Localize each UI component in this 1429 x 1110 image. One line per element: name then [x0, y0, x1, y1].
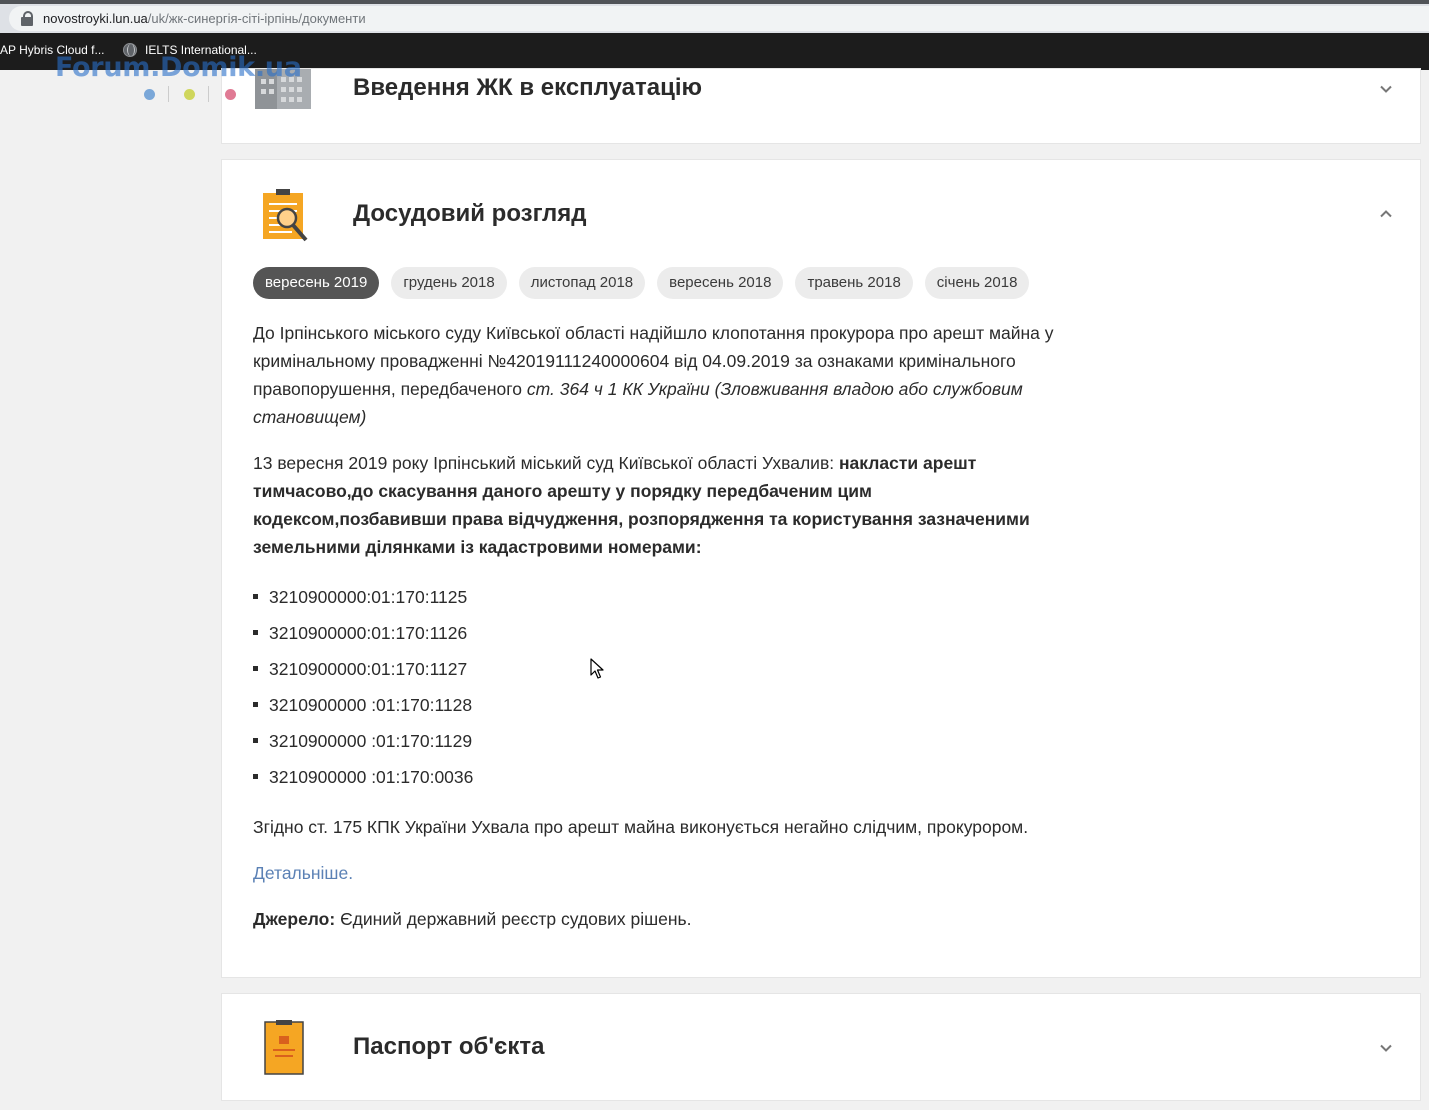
watermark-logo: Forum.Domik.ua — [55, 52, 302, 83]
list-item: 3210900000 :01:170:1129 — [253, 723, 1058, 759]
more-paragraph: Детальніше. — [253, 859, 1058, 887]
mouse-cursor-icon — [590, 658, 604, 679]
paragraph-text: 13 вересня 2019 року Ірпінський міський … — [253, 453, 839, 473]
url-path: /uk/жк-синергія-сіті-ірпінь/документи — [147, 11, 366, 26]
chip-nov-2018[interactable]: листопад 2018 — [518, 267, 646, 299]
section-title: Досудовий розгляд — [353, 200, 587, 227]
url-text[interactable]: novostroyki.lun.ua/uk/жк-синергія-сіті-і… — [43, 11, 366, 26]
lock-icon[interactable] — [19, 9, 37, 29]
list-item: 3210900000:01:170:1125 — [253, 579, 1058, 615]
chevron-down-icon[interactable] — [1379, 1041, 1393, 1055]
list-item: 3210900000 :01:170:0036 — [253, 759, 1058, 795]
chip-sep-2019[interactable]: вересень 2019 — [253, 267, 380, 299]
chip-dec-2018[interactable]: грудень 2018 — [391, 267, 507, 299]
paragraph-execution: Згідно ст. 175 КПК України Ухвала про ар… — [253, 817, 1029, 837]
chevron-down-icon[interactable] — [1379, 82, 1393, 96]
url-host: novostroyki.lun.ua — [43, 11, 148, 26]
list-item: 3210900000 :01:170:1128 — [253, 687, 1058, 723]
list-item: 3210900000:01:170:1127 — [253, 651, 1058, 687]
paragraph-petition: До Ірпінського міського суду Київської о… — [253, 319, 1058, 431]
document-search-icon — [263, 189, 308, 242]
url-field[interactable]: novostroyki.lun.ua/uk/жк-синергія-сіті-і… — [9, 6, 1429, 31]
address-bar: novostroyki.lun.ua/uk/жк-синергія-сіті-і… — [0, 4, 1429, 33]
section-passport: Паспорт об'єкта — [221, 993, 1421, 1101]
section-pretrial: Досудовий розгляд вересень 2019 грудень … — [221, 159, 1421, 978]
details-link[interactable]: Детальніше. — [253, 863, 353, 883]
source-text: Єдиний державний реєстр судових рішень. — [335, 909, 692, 929]
passport-icon — [264, 1020, 304, 1075]
chip-may-2018[interactable]: травень 2018 — [795, 267, 913, 299]
document-content: До Ірпінського міського суду Київської о… — [253, 319, 1058, 951]
source-label: Джерело: — [253, 909, 336, 929]
chip-sep-2018[interactable]: вересень 2018 — [657, 267, 784, 299]
date-filter-chips: вересень 2019 грудень 2018 листопад 2018… — [253, 267, 1041, 299]
section-title: Паспорт об'єкта — [353, 1033, 545, 1060]
chevron-up-icon[interactable] — [1379, 207, 1393, 221]
section-commissioning: Введення ЖК в експлуатацію — [221, 68, 1421, 144]
paragraph-ruling: 13 вересня 2019 року Ірпінський міський … — [253, 449, 1058, 561]
section-title: Введення ЖК в експлуатацію — [353, 74, 703, 101]
source-line: Джерело: Єдиний державний реєстр судових… — [253, 905, 1058, 933]
cadastral-list: 3210900000:01:170:1125 3210900000:01:170… — [253, 579, 1058, 795]
chip-jan-2018[interactable]: січень 2018 — [924, 267, 1030, 299]
list-item: 3210900000:01:170:1126 — [253, 615, 1058, 651]
